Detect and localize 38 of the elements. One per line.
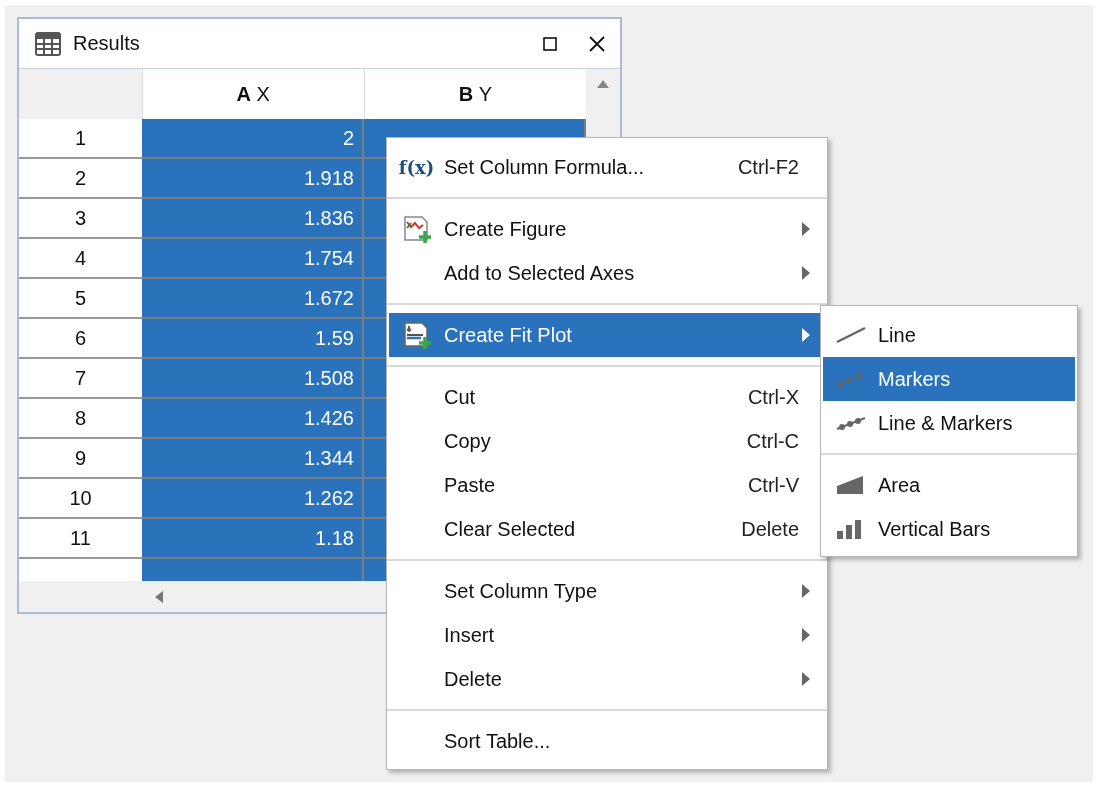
formula-icon: f(x) — [398, 156, 435, 178]
table-cell: 1.344 — [142, 439, 364, 479]
shortcut-text: Ctrl-F2 — [737, 155, 799, 179]
menu-item[interactable]: Sort Table... — [389, 719, 825, 763]
table-cell: 1.918 — [142, 159, 364, 199]
window-title: Results — [73, 32, 140, 55]
table-icon — [35, 31, 61, 56]
table-cell: 1.672 — [142, 279, 364, 319]
chart-add-icon — [401, 214, 432, 244]
menu-item[interactable]: Set Column Type — [389, 569, 825, 613]
menu-item[interactable]: Create Figure — [389, 207, 825, 251]
fit-plot-icon — [401, 320, 432, 350]
table-cell: 1.18 — [142, 519, 364, 559]
menu-item[interactable]: Insert — [389, 613, 825, 657]
table-cell: 1.836 — [142, 199, 364, 239]
table-cell: 1.508 — [142, 359, 364, 399]
menu-item[interactable]: Add to Selected Axes — [389, 251, 825, 295]
table-cell: 2 — [142, 119, 364, 159]
menu-item[interactable]: Area — [823, 463, 1075, 507]
shortcut-text: Ctrl-V — [747, 473, 799, 497]
table-cell: 1.754 — [142, 239, 364, 279]
shortcut-text: Ctrl-C — [746, 429, 799, 453]
menu-item[interactable]: Line — [823, 313, 1075, 357]
table-cell: 1.426 — [142, 399, 364, 439]
scroll-left-icon[interactable] — [154, 589, 164, 604]
scroll-up-icon[interactable] — [596, 79, 610, 89]
shortcut-text: Ctrl-X — [747, 385, 799, 409]
line-icon — [834, 325, 867, 345]
table-cell: 1.262 — [142, 479, 364, 519]
menu-item[interactable]: Delete — [389, 657, 825, 701]
menu-item[interactable]: f(x) Set Column Formula... Ctrl-F2 — [389, 145, 825, 189]
shortcut-text: Delete — [741, 517, 799, 541]
table-cell: 1.59 — [142, 319, 364, 359]
menu-item[interactable]: Line & Markers — [823, 401, 1075, 445]
close-button[interactable] — [588, 34, 606, 53]
maximize-button[interactable] — [542, 35, 558, 52]
menu-item[interactable]: Markers — [823, 357, 1075, 401]
menu-item[interactable]: Vertical Bars — [823, 507, 1075, 551]
